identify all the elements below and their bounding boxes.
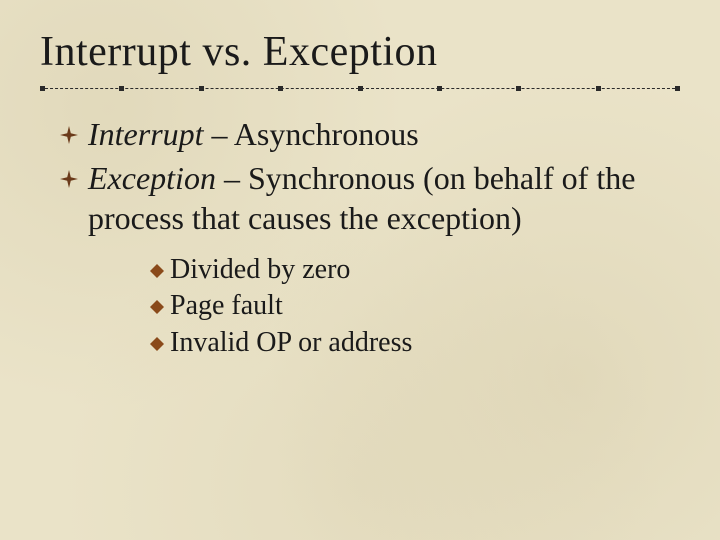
sub-bullet-text: Page fault xyxy=(170,288,283,324)
compass-star-icon xyxy=(60,170,78,188)
bullet-item: Interrupt – Asynchronous xyxy=(60,114,680,154)
slide-title: Interrupt vs. Exception xyxy=(40,28,680,76)
bullet-term: Interrupt xyxy=(88,116,204,152)
sub-bullet-list: Divided by zero Page fault Invalid OP or… xyxy=(60,252,680,361)
sub-bullet-item: Page fault xyxy=(150,288,680,324)
sub-bullet-item: Divided by zero xyxy=(150,252,680,288)
diamond-icon xyxy=(150,300,164,314)
title-divider xyxy=(40,86,680,92)
sub-bullet-text: Invalid OP or address xyxy=(170,325,412,361)
main-bullet-list: Interrupt – Asynchronous Exception – Syn… xyxy=(40,114,680,361)
bullet-item: Exception – Synchronous (on behalf of th… xyxy=(60,158,680,238)
sub-bullet-item: Invalid OP or address xyxy=(150,325,680,361)
bullet-term: Exception xyxy=(88,160,216,196)
bullet-text: Interrupt – Asynchronous xyxy=(88,114,680,154)
sub-bullet-text: Divided by zero xyxy=(170,252,350,288)
bullet-text: Exception – Synchronous (on behalf of th… xyxy=(88,158,680,238)
diamond-icon xyxy=(150,337,164,351)
compass-star-icon xyxy=(60,126,78,144)
diamond-icon xyxy=(150,264,164,278)
bullet-rest: – Asynchronous xyxy=(204,116,419,152)
